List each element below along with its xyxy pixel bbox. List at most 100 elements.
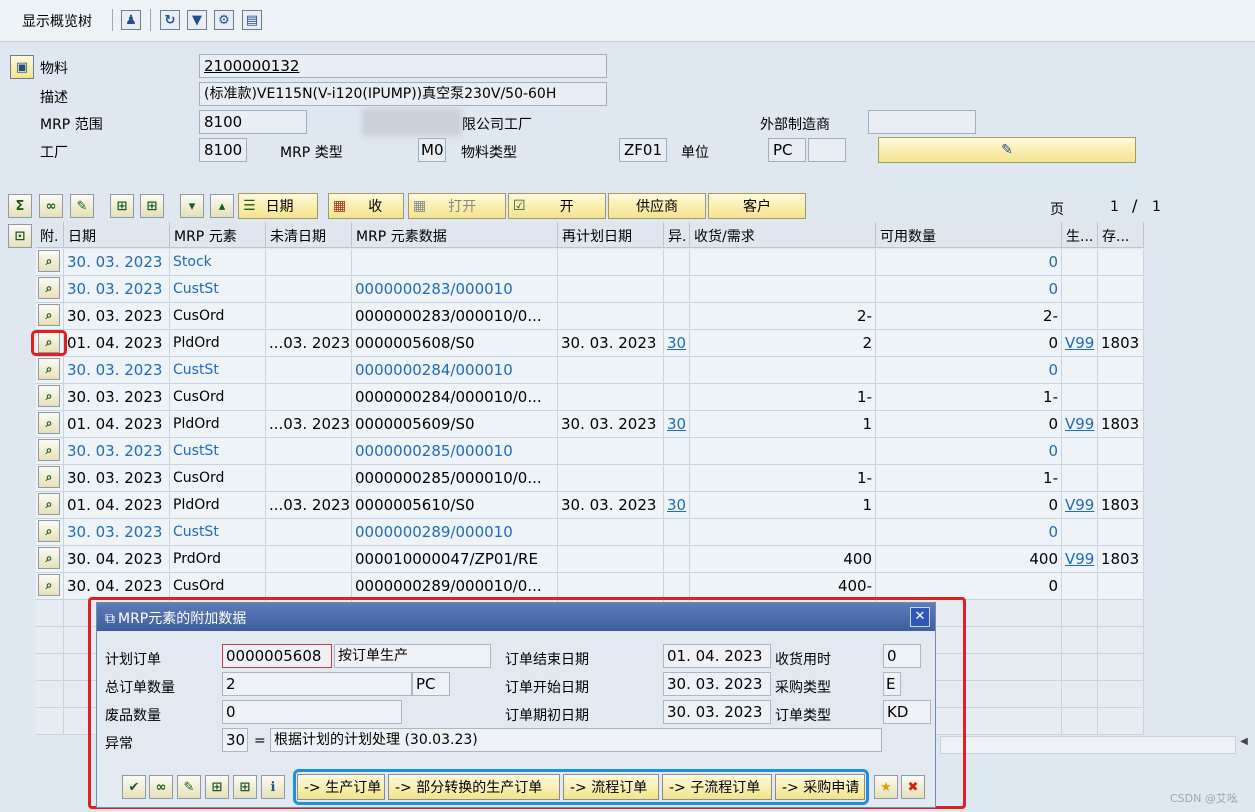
customer-button[interactable]: 客户 bbox=[708, 193, 806, 219]
table-cell-exc[interactable] bbox=[664, 519, 690, 546]
table-cell-prod[interactable] bbox=[1062, 249, 1098, 276]
row-detail-icon[interactable]: ⌕ bbox=[36, 465, 64, 492]
sub-process-order-button[interactable]: -> 子流程订单 bbox=[662, 774, 772, 800]
edit-pencil-button[interactable]: ✎ bbox=[878, 137, 1136, 163]
table-cell-prod[interactable] bbox=[1062, 573, 1098, 600]
hierarchy-icon[interactable]: ⊞ bbox=[205, 775, 229, 799]
production-order-button[interactable]: -> 生产订单 bbox=[297, 774, 385, 800]
table-cell-exc[interactable] bbox=[664, 276, 690, 303]
row-detail-icon[interactable]: ⌕ bbox=[36, 519, 64, 546]
table-cell-exc[interactable]: 30 bbox=[664, 492, 690, 519]
column-header[interactable]: 附. bbox=[36, 222, 64, 248]
purchase-requisition-button[interactable]: -> 采购申请 bbox=[775, 774, 865, 800]
column-header[interactable]: 生... bbox=[1062, 222, 1098, 248]
magnify-icon[interactable]: ⌕ bbox=[38, 250, 60, 272]
column-header[interactable]: 收货/需求 bbox=[690, 222, 876, 248]
table-cell-exc[interactable] bbox=[664, 249, 690, 276]
row-detail-icon[interactable]: ⌕ bbox=[36, 411, 64, 438]
document-icon[interactable]: ▤ bbox=[242, 10, 262, 30]
table-cell-exc[interactable] bbox=[664, 573, 690, 600]
table-cell-prod[interactable]: V99 bbox=[1062, 411, 1098, 438]
pencil-icon[interactable]: ✎ bbox=[177, 775, 201, 799]
column-header[interactable]: 日期 bbox=[64, 222, 170, 248]
magnify-icon[interactable]: ⌕ bbox=[38, 466, 60, 488]
row-detail-icon[interactable]: ⌕ bbox=[36, 438, 64, 465]
vendor-button[interactable]: 供应商 bbox=[608, 193, 706, 219]
glasses-icon[interactable]: ∞ bbox=[149, 775, 173, 799]
process-order-button[interactable]: -> 流程订单 bbox=[563, 774, 659, 800]
row-detail-icon[interactable]: ⌕ bbox=[36, 249, 64, 276]
hierarchy-add-icon[interactable]: ⊞ bbox=[233, 775, 257, 799]
table-cell-exc[interactable] bbox=[664, 546, 690, 573]
magnify-icon[interactable]: ⌕ bbox=[38, 547, 60, 569]
column-header[interactable]: 存... bbox=[1098, 222, 1144, 248]
table-cell-prod[interactable]: V99 bbox=[1062, 546, 1098, 573]
row-detail-icon[interactable]: ⌕ bbox=[36, 384, 64, 411]
table-cell-exc[interactable] bbox=[664, 438, 690, 465]
magnify-icon[interactable]: ⌕ bbox=[38, 385, 60, 407]
confirm-check-icon[interactable]: ✔ bbox=[122, 775, 146, 799]
hierarchy-add-icon[interactable]: ⊞ bbox=[140, 194, 164, 218]
table-cell-exc[interactable] bbox=[664, 303, 690, 330]
header-toggle-icon[interactable]: ▣ bbox=[10, 55, 34, 79]
table-cell-prod[interactable] bbox=[1062, 438, 1098, 465]
table-cell-prod[interactable]: V99 bbox=[1062, 492, 1098, 519]
hierarchy-icon[interactable]: ⊞ bbox=[110, 194, 134, 218]
magnify-icon[interactable]: ⌕ bbox=[38, 574, 60, 596]
open2-button[interactable]: ☑ 开 bbox=[508, 193, 606, 219]
magnify-icon[interactable]: ⌕ bbox=[38, 493, 60, 515]
column-header[interactable]: 可用数量 bbox=[876, 222, 1062, 248]
table-cell-prod[interactable]: V99 bbox=[1062, 330, 1098, 357]
magnify-icon[interactable]: ⌕ bbox=[38, 277, 60, 299]
receipt-button[interactable]: ▦ 收 bbox=[328, 193, 404, 219]
close-icon[interactable]: ✕ bbox=[910, 607, 930, 627]
table-cell-prod[interactable] bbox=[1062, 384, 1098, 411]
row-detail-icon[interactable]: ⌕ bbox=[36, 357, 64, 384]
magnify-icon[interactable]: ⌕ bbox=[38, 520, 60, 542]
magnify-icon[interactable]: ⌕ bbox=[38, 304, 60, 326]
horizontal-scrollbar[interactable] bbox=[940, 736, 1236, 754]
table-cell-prod[interactable] bbox=[1062, 276, 1098, 303]
column-header[interactable]: 再计划日期 bbox=[558, 222, 664, 248]
people-icon[interactable]: ♟ bbox=[121, 10, 141, 30]
expand-icon[interactable]: ▴ bbox=[210, 194, 234, 218]
table-cell-prod[interactable] bbox=[1062, 519, 1098, 546]
row-detail-icon[interactable]: ⌕ bbox=[36, 573, 64, 600]
scroll-left-icon[interactable]: ◀ bbox=[1236, 736, 1252, 754]
row-detail-icon[interactable]: ⌕ bbox=[36, 276, 64, 303]
material-field[interactable]: 2100000132 bbox=[199, 54, 607, 78]
table-cell-exc[interactable] bbox=[664, 465, 690, 492]
table-cell-exc[interactable] bbox=[664, 384, 690, 411]
settings-icon[interactable]: ⚙ bbox=[214, 10, 234, 30]
sum-icon[interactable]: Σ bbox=[8, 194, 32, 218]
column-header[interactable]: MRP 元素数据 bbox=[352, 222, 558, 248]
filter-icon[interactable]: ▼ bbox=[187, 10, 207, 30]
star-icon[interactable]: ★ bbox=[874, 775, 898, 799]
table-cell-exc[interactable]: 30 bbox=[664, 330, 690, 357]
pencil-icon[interactable]: ✎ bbox=[70, 194, 94, 218]
magnify-icon[interactable]: ⌕ bbox=[38, 412, 60, 434]
row-detail-icon[interactable]: ⌕ bbox=[36, 303, 64, 330]
column-header[interactable]: 异. bbox=[664, 222, 690, 248]
show-overview-tree-button[interactable]: 显示概览树 bbox=[22, 11, 92, 31]
info-icon[interactable]: ℹ bbox=[261, 775, 285, 799]
row-detail-icon[interactable]: ⌕ bbox=[36, 546, 64, 573]
table-cell-exc[interactable]: 30 bbox=[664, 411, 690, 438]
table-cell-prod[interactable] bbox=[1062, 357, 1098, 384]
collapse-icon[interactable]: ▾ bbox=[180, 194, 204, 218]
table-cell-prod[interactable] bbox=[1062, 303, 1098, 330]
magnify-icon[interactable]: ⌕ bbox=[38, 439, 60, 461]
magnify-icon[interactable]: ⌕ bbox=[38, 358, 60, 380]
grid-settings-icon[interactable]: ⊡ bbox=[8, 224, 32, 248]
column-header[interactable]: 未清日期 bbox=[266, 222, 352, 248]
cancel-x-icon[interactable]: ✖ bbox=[901, 775, 925, 799]
row-detail-icon[interactable]: ⌕ bbox=[36, 492, 64, 519]
planned-order-field[interactable]: 0000005608 bbox=[222, 644, 332, 668]
refresh-icon[interactable]: ↻ bbox=[160, 10, 180, 30]
glasses-icon[interactable]: ∞ bbox=[39, 194, 63, 218]
partial-conversion-production-order-button[interactable]: -> 部分转换的生产订单 bbox=[388, 774, 560, 800]
table-cell-prod[interactable] bbox=[1062, 465, 1098, 492]
date-button[interactable]: ☰ 日期 bbox=[238, 193, 318, 219]
column-header[interactable]: MRP 元素 bbox=[170, 222, 266, 248]
table-cell-exc[interactable] bbox=[664, 357, 690, 384]
